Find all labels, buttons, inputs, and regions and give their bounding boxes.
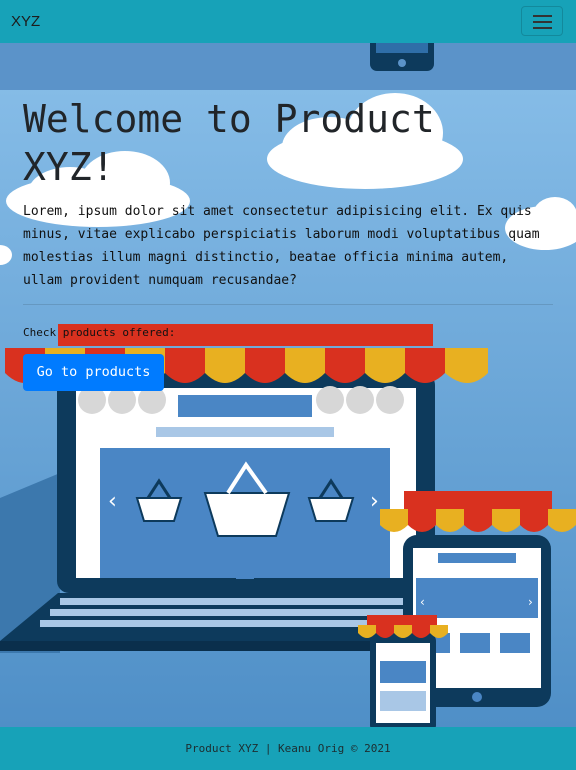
hero-section: ‹ › ‹ › Welcome to Product XYZ! Lorem, i… xyxy=(0,43,576,727)
footer-text: Product XYZ | Keanu Orig © 2021 xyxy=(185,742,391,755)
hero-divider xyxy=(23,304,553,305)
navbar-brand[interactable]: XYZ xyxy=(11,13,40,30)
navbar: XYZ xyxy=(0,0,576,43)
hamburger-menu-icon[interactable] xyxy=(521,6,563,36)
svg-text:‹: ‹ xyxy=(420,595,425,609)
svg-text:›: › xyxy=(528,595,533,609)
go-to-products-button[interactable]: Go to products xyxy=(23,354,164,391)
hero-lead-text: Lorem, ipsum dolor sit amet consectetur … xyxy=(23,204,540,288)
hero-title: Welcome to Product XYZ! xyxy=(23,97,435,189)
svg-text:›: › xyxy=(370,489,379,514)
svg-text:‹: ‹ xyxy=(108,489,117,514)
footer: Product XYZ | Keanu Orig © 2021 xyxy=(0,727,576,770)
check-products-text: Check products offered: xyxy=(23,326,176,339)
